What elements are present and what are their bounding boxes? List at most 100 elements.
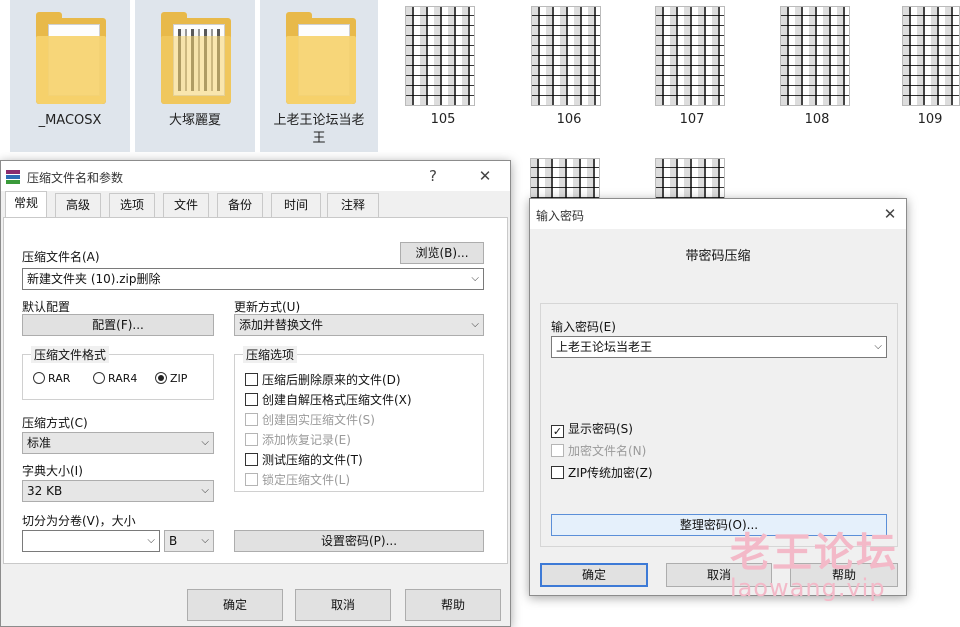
help-button[interactable]: 帮助 [405,589,501,621]
chevron-down-icon: ⌵ [471,319,479,330]
image-thumbnail[interactable] [405,6,475,106]
cancel-button[interactable]: 取消 [295,589,391,621]
password-input[interactable]: 上老王论坛当老王 ⌵ [551,336,887,358]
folder-label: 大塚麗夏 [168,113,221,128]
password-value: 上老王论坛当老王 [556,340,653,354]
option-sfx[interactable]: 创建自解压格式压缩文件(X) [245,391,412,408]
method-value: 标准 [27,436,52,450]
folder-icon [286,12,356,104]
tab-options[interactable]: 选项 [109,193,155,217]
dictionary-select[interactable]: 32 KB ⌵ [22,480,214,502]
checkbox [551,444,564,457]
ok-button[interactable]: 确定 [187,589,283,621]
set-password-button[interactable]: 设置密码(P)... [234,530,484,552]
radio-zip[interactable]: ZIP [155,372,187,385]
radio-dot [93,372,105,384]
tab-time[interactable]: 时间 [271,193,321,217]
checkmark-icon: ✓ [551,425,564,438]
folder-item[interactable]: _MACOSX [10,0,130,152]
archive-name-label: 压缩文件名(A) [22,250,100,264]
folder-label: 上老王论坛当老王 [273,113,365,146]
method-select[interactable]: 标准 ⌵ [22,432,214,454]
chevron-down-icon: ⌵ [147,535,155,546]
zip-legacy-checkbox[interactable]: ZIP传统加密(Z) [551,464,653,481]
show-password-checkbox[interactable]: ✓ 显示密码(S) [551,420,633,438]
options-group-label: 压缩选项 [243,346,298,363]
dictionary-label: 字典大小(I) [22,464,83,478]
browse-button[interactable]: 浏览(B)... [400,242,484,264]
image-thumbnail[interactable] [655,6,725,106]
archive-name-combo[interactable]: 新建文件夹 (10).zip删除 ⌵ [22,268,484,290]
general-panel: 压缩文件名(A) 浏览(B)... 新建文件夹 (10).zip删除 ⌵ 默认配… [3,217,508,564]
checkbox [245,413,258,426]
split-size-combo[interactable]: ⌵ [22,530,160,552]
radio-rar-label: RAR [48,372,71,385]
dialog-title: 压缩文件名和参数 [27,171,124,185]
option-label: 锁定压缩文件(L) [262,473,351,487]
watermark-url: laowang.vip [730,574,886,602]
close-icon[interactable]: ✕ [473,165,497,187]
radio-zip-label: ZIP [170,372,188,385]
chevron-down-icon: ⌵ [201,437,209,448]
radio-dot [33,372,45,384]
checkbox [245,453,258,466]
help-icon[interactable]: ? [421,165,445,187]
tab-files[interactable]: 文件 [163,193,209,217]
update-mode-label: 更新方式(U) [234,300,301,314]
option-recovery: 添加恢复记录(E) [245,431,351,448]
split-unit-select[interactable]: B ⌵ [164,530,214,552]
tab-backup[interactable]: 备份 [217,193,263,217]
tab-general[interactable]: 常规 [5,191,47,217]
split-unit-value: B [169,534,178,548]
update-mode-value: 添加并替换文件 [239,318,324,332]
folder-item[interactable]: 大塚麗夏 [135,0,255,152]
image-label: 107 [679,112,705,127]
folder-item[interactable]: 上老王论坛当老王 [260,0,378,152]
folder-icon [36,12,106,104]
split-label: 切分为分卷(V)，大小 [22,514,136,528]
dialog-title: 输入密码 [536,209,585,223]
checkbox [245,373,258,386]
option-label: 压缩后删除原来的文件(D) [262,373,401,387]
image-label: 106 [556,112,582,127]
option-delete-after[interactable]: 压缩后删除原来的文件(D) [245,371,401,388]
image-thumbnail[interactable] [902,6,960,106]
tab-advanced[interactable]: 高级 [55,193,101,217]
checkbox-label: 加密文件名(N) [568,444,647,458]
image-thumbnail[interactable] [780,6,850,106]
checkbox-label: ZIP传统加密(Z) [568,466,653,480]
option-label: 创建自解压格式压缩文件(X) [262,393,412,407]
ok-button[interactable]: 确定 [540,563,648,587]
dictionary-value: 32 KB [27,484,63,498]
encrypt-names-checkbox: 加密文件名(N) [551,442,646,459]
checkbox [245,473,258,486]
checkbox [245,393,258,406]
password-group: 输入密码(E) 上老王论坛当老王 ⌵ ✓ 显示密码(S) 加密文件名(N) ZIP… [540,303,898,547]
option-test[interactable]: 测试压缩的文件(T) [245,451,363,468]
method-label: 压缩方式(C) [22,416,88,430]
profiles-button[interactable]: 配置(F)... [22,314,214,336]
options-group: 压缩选项 压缩后删除原来的文件(D) 创建自解压格式压缩文件(X) 创建固实压缩… [234,346,484,492]
checkbox [245,433,258,446]
image-label: 109 [917,112,943,127]
dialog-heading: 带密码压缩 [685,249,751,264]
image-label: 105 [430,112,456,127]
radio-rar4[interactable]: RAR4 [93,372,137,385]
option-label: 测试压缩的文件(T) [262,453,363,467]
format-group: 压缩文件格式 RAR RAR4 ZIP [22,346,214,400]
chevron-down-icon: ⌵ [471,273,479,284]
radio-dot-selected [155,372,167,384]
archive-name-value: 新建文件夹 (10).zip删除 [27,272,161,286]
watermark: 老王论坛 laowang.vip [730,520,950,602]
title-bar: 输入密码 ✕ [530,199,906,229]
close-icon[interactable]: ✕ [878,203,902,225]
update-mode-select[interactable]: 添加并替换文件 ⌵ [234,314,484,336]
image-label: 108 [804,112,830,127]
enter-password-label: 输入密码(E) [551,320,616,334]
winrar-icon [6,170,20,184]
radio-rar[interactable]: RAR [33,372,70,385]
watermark-text: 老王论坛 [730,530,898,576]
tab-comment[interactable]: 注释 [327,193,379,217]
image-thumbnail[interactable] [531,6,601,106]
title-bar: 压缩文件名和参数 ? ✕ [1,161,510,191]
